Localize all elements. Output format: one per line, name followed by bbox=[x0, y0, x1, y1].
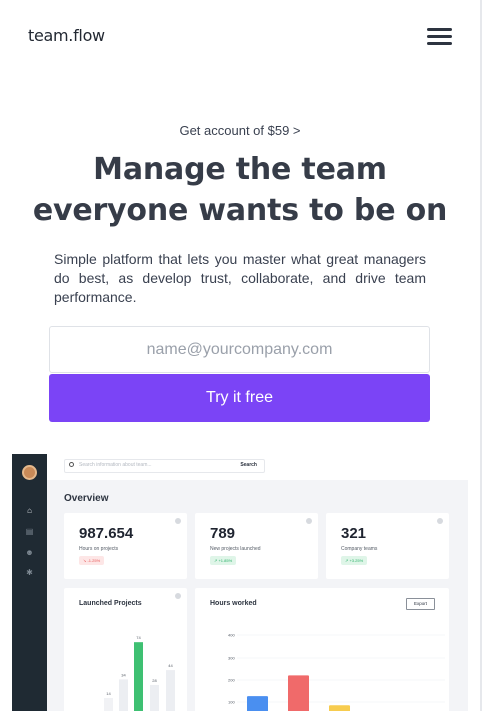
more-icon[interactable] bbox=[437, 518, 443, 524]
dashboard-preview: ⌂ ▤ ☻ ✱ Search information about team...… bbox=[12, 454, 468, 711]
home-icon[interactable]: ⌂ bbox=[25, 506, 34, 515]
hours-worked-chart: 400 300 200 100 bbox=[228, 633, 445, 711]
launched-projects-card: Launched Projects 14 34 74 28 44 bbox=[64, 588, 187, 711]
overview-title: Overview bbox=[64, 493, 109, 504]
y-tick-label: 200 bbox=[228, 678, 235, 683]
settings-icon[interactable]: ✱ bbox=[25, 568, 34, 577]
more-icon[interactable] bbox=[175, 518, 181, 524]
more-icon[interactable] bbox=[306, 518, 312, 524]
try-free-button[interactable]: Try it free bbox=[49, 374, 430, 422]
y-tick-label: 400 bbox=[228, 633, 235, 638]
dashboard-topbar: Search information about team... Search … bbox=[47, 454, 468, 480]
hero-description: Simple platform that lets you master wha… bbox=[54, 251, 426, 305]
users-icon[interactable]: ☻ bbox=[25, 548, 34, 557]
menu-bar-icon bbox=[427, 35, 452, 38]
dashboard-search-input[interactable]: Search information about team... Search bbox=[64, 459, 265, 473]
bar-value-label: 34 bbox=[121, 672, 126, 677]
bar-value-label: 28 bbox=[152, 678, 157, 683]
headline-line-1: Manage the team bbox=[93, 152, 387, 187]
launched-projects-bar bbox=[166, 670, 175, 711]
bar-value-label: 74 bbox=[136, 635, 141, 640]
kpi-card-projects: 789 New projects launched ↗ +1.85% bbox=[195, 513, 318, 579]
headline-line-2: everyone wants to be on bbox=[32, 193, 448, 228]
kpi-trend-badge: ↘ -1.25% bbox=[79, 556, 105, 565]
launched-projects-bar bbox=[150, 684, 159, 711]
headline: Manage the team everyone wants to be on bbox=[0, 149, 480, 231]
menu-bar-icon bbox=[427, 42, 452, 45]
kpi-value: 789 bbox=[210, 525, 236, 542]
search-icon bbox=[69, 462, 74, 467]
launched-projects-bar bbox=[134, 642, 143, 711]
kpi-value: 987.654 bbox=[79, 525, 134, 542]
email-input[interactable] bbox=[49, 326, 430, 373]
kpi-card-teams: 321 Company teams ↗ +3.25% bbox=[326, 513, 449, 579]
hours-worked-bar bbox=[247, 696, 268, 711]
hamburger-menu-button[interactable] bbox=[427, 28, 453, 46]
avatar[interactable] bbox=[22, 465, 37, 480]
bar-value-label: 44 bbox=[168, 663, 173, 668]
kpi-trend-badge: ↗ +1.85% bbox=[210, 556, 237, 565]
kpi-trend-badge: ↗ +3.25% bbox=[341, 556, 368, 565]
kpi-label: New projects launched bbox=[210, 546, 261, 552]
kpi-value: 321 bbox=[341, 525, 367, 542]
y-tick-label: 300 bbox=[228, 656, 235, 661]
dashboard-search-button[interactable]: Search bbox=[240, 462, 257, 468]
search-placeholder: Search information about team... bbox=[79, 462, 152, 468]
bar-value-label: 14 bbox=[106, 691, 111, 696]
kpi-label: Company teams bbox=[341, 546, 378, 552]
menu-bar-icon bbox=[427, 28, 452, 31]
y-tick-label: 100 bbox=[228, 700, 235, 705]
logo[interactable]: team.flow bbox=[28, 26, 105, 45]
launched-projects-chart: 14 34 74 28 44 bbox=[104, 635, 175, 711]
dashboard-sidebar: ⌂ ▤ ☻ ✱ bbox=[12, 454, 47, 711]
hours-worked-card: Hours worked Export 400 300 200 100 bbox=[195, 588, 449, 711]
hours-worked-bar bbox=[288, 675, 309, 711]
kpi-card-hours: 987.654 Hours on projects ↘ -1.25% bbox=[64, 513, 187, 579]
promo-link[interactable]: Get account of $59 > bbox=[0, 123, 480, 138]
hours-worked-bar bbox=[329, 705, 350, 711]
kpi-label: Hours on projects bbox=[79, 546, 119, 552]
launched-projects-bar bbox=[119, 679, 128, 711]
document-icon[interactable]: ▤ bbox=[25, 527, 34, 536]
launched-projects-bar bbox=[104, 697, 113, 711]
